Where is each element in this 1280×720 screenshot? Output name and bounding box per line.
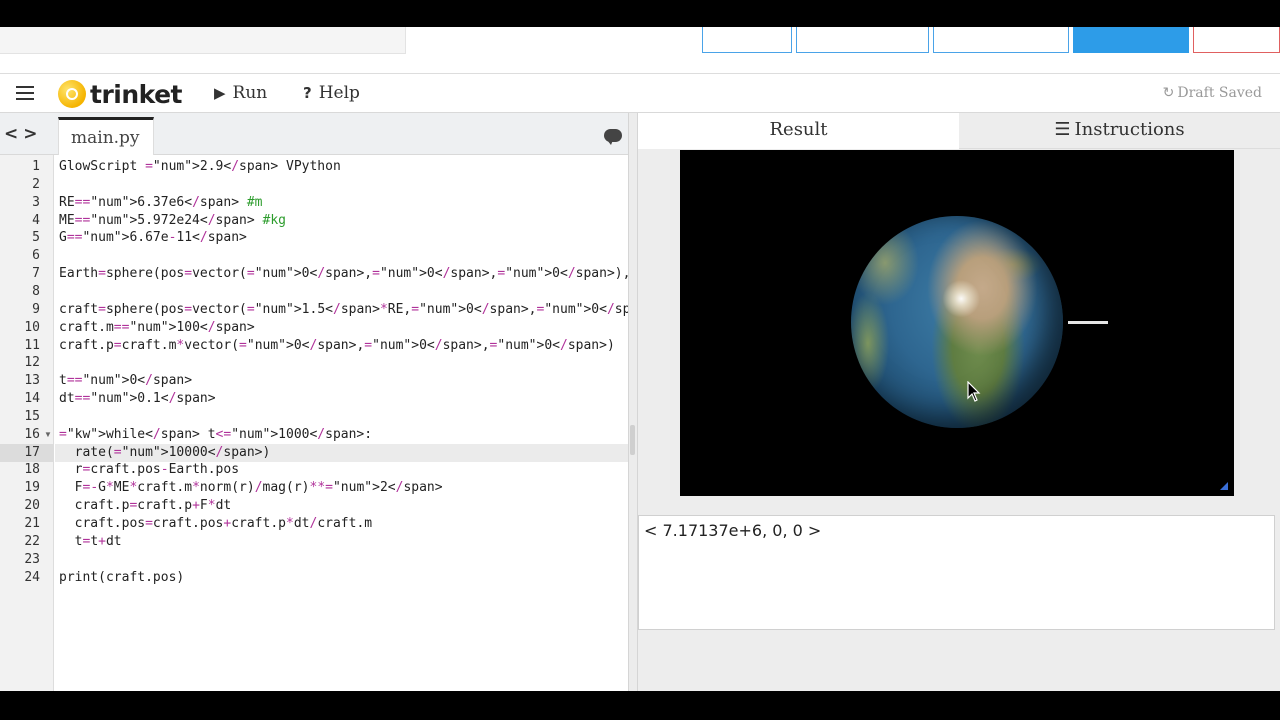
code-line[interactable]: rate(="num">10000</span>) [59,444,271,462]
run-button[interactable]: ▶ Run [214,83,267,103]
line-number: 19 [24,480,40,496]
code-line[interactable]: ME=="num">5.972e24</span> #kg [59,212,286,230]
run-label: Run [232,83,268,103]
line-number: 18 [24,462,40,478]
line-number: 16 [24,426,40,442]
comment-icon[interactable] [604,129,622,145]
trinket-logo[interactable]: trinket [58,79,183,109]
line-number: 11 [24,337,40,353]
code-line[interactable]: GlowScript ="num">2.9</span> VPython [59,158,341,176]
resize-handle[interactable] [1220,482,1228,490]
line-number: 3 [32,194,40,210]
code-line[interactable]: Earth=sphere(pos=vector(="num">0</span>,… [59,265,628,283]
code-line[interactable]: craft=sphere(pos=vector(="num">1.5</span… [59,301,628,319]
code-line[interactable]: craft.p=craft.m*vector(="num">0</span>,=… [59,337,615,355]
header-button-2[interactable] [796,27,929,53]
result-pane: Result ☰ Instructions < 7.17137e+6, 0, 0 … [638,113,1280,691]
play-icon: ▶ [214,84,226,102]
refresh-icon: ↻ [1162,85,1175,101]
line-number-gutter: 1 2 3 4 5 6 7 8 9 10 11 12 13 14 15 16 ▼ 17 18 19 20 21 22 23 24 [0,155,54,691]
tab-instructions-label: Instructions [1074,119,1185,140]
line-number: 7 [32,266,40,282]
draft-status-text: Draft Saved [1177,85,1262,101]
code-line[interactable]: craft.pos=craft.pos+craft.p*dt/craft.m [59,515,372,533]
code-line[interactable]: t=t+dt [59,533,122,551]
hamburger-icon[interactable] [16,86,34,100]
code-line[interactable]: craft.m=="num">100</span> [59,319,255,337]
chevron-right-icon[interactable]: > [23,124,37,144]
console-output: < 7.17137e+6, 0, 0 > [638,515,1275,630]
line-number: 8 [32,283,40,299]
line-number: 6 [32,248,40,264]
code-line[interactable]: ="kw">while</span> t<="num">1000</span>: [59,426,372,444]
code-line[interactable]: dt=="num">0.1</span> [59,390,216,408]
code-line[interactable]: G=="num">6.67e-11</span> [59,229,247,247]
line-number: 14 [24,391,40,407]
question-icon: ? [303,84,312,102]
help-label: Help [318,83,360,103]
code-line[interactable]: F=-G*ME*craft.m*norm(r)/mag(r)**="num">2… [59,479,443,497]
code-line[interactable]: t=="num">0</span> [59,372,192,390]
line-number: 21 [24,516,40,531]
line-number: 24 [24,569,40,585]
breadcrumb [0,27,406,54]
line-number: 2 [32,176,40,192]
fold-arrow-icon[interactable]: ▼ [44,426,52,444]
header-primary-button[interactable] [1073,27,1189,53]
vpython-canvas[interactable] [680,150,1234,496]
line-number: 23 [24,551,40,567]
tab-result[interactable]: Result [638,113,959,149]
line-number: 22 [24,533,40,549]
pane-divider[interactable] [628,113,638,691]
logo-text: trinket [90,79,183,109]
list-icon: ☰ [1054,119,1071,140]
draft-status: ↻ Draft Saved [1163,85,1262,101]
header-button-1[interactable] [702,27,792,53]
tab-instructions[interactable]: ☰ Instructions [959,113,1280,149]
line-number: 1 [32,159,40,174]
file-tab-main[interactable]: main.py [58,117,154,155]
code-editor-pane: < > main.py 1 2 3 4 5 6 7 8 9 10 11 12 13 14 15 16 ▼ 17 18 1… [0,113,628,691]
line-number: 15 [24,408,40,424]
result-tabs: Result ☰ Instructions [638,113,1280,149]
line-number: 10 [24,319,40,335]
code-line[interactable]: RE=="num">6.37e6</span> #m [59,194,263,212]
line-number: 12 [24,355,40,371]
divider-handle[interactable] [630,425,635,455]
line-number: 20 [24,498,40,514]
line-number: 4 [32,212,40,228]
earth-sphere [851,216,1063,428]
code-line[interactable]: print(craft.pos) [59,569,184,587]
code-line[interactable]: r=craft.pos-Earth.pos [59,461,239,479]
chevron-left-icon[interactable]: < [4,124,18,144]
site-header [0,27,1280,74]
code-line[interactable]: craft.p=craft.p+F*dt [59,497,232,515]
line-number: 13 [24,373,40,389]
line-number: 9 [32,301,40,317]
editor-tab-bar: < > main.py [0,113,628,155]
line-number: 17 [24,444,40,460]
craft-trail [1068,321,1108,324]
line-number: 5 [32,230,40,246]
header-danger-button[interactable] [1193,27,1280,53]
help-button[interactable]: ? Help [303,83,360,103]
key-icon [58,80,86,108]
file-nav: < > [4,124,43,144]
trinket-toolbar: trinket ▶ Run ? Help ↻ Draft Saved [0,74,1280,113]
header-button-3[interactable] [933,27,1069,53]
code-area[interactable]: GlowScript ="num">2.9</span> VPython RE==… [55,155,628,691]
